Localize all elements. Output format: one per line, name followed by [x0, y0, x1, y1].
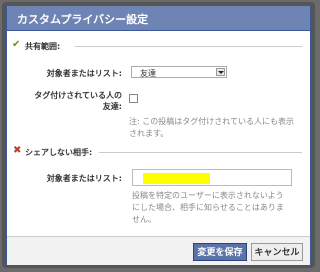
dialog-footer: 変更を保存 キャンセル [7, 236, 310, 265]
dialog-title: カスタムプライバシー設定 [17, 13, 149, 26]
share-audience-value: 友達 [140, 69, 156, 78]
cross-icon: ✖ [13, 145, 22, 156]
share-section-heading: 共有範囲: [25, 42, 61, 51]
save-button[interactable]: 変更を保存 [193, 243, 247, 261]
share-audience-select[interactable]: 友達 [131, 66, 227, 78]
share-audience-label: 対象者またはリスト: [46, 69, 122, 78]
hide-section-heading: シェアしない相手: [25, 148, 93, 157]
tagged-friends-checkbox[interactable] [129, 94, 138, 103]
divider [75, 46, 302, 47]
divider [99, 152, 302, 153]
chevron-down-icon[interactable] [216, 68, 225, 76]
hide-note: 投稿を特定のユーザーに表示されないようにした場合、相手に知らせることはありません… [132, 191, 284, 224]
cancel-button[interactable]: キャンセル [251, 243, 303, 261]
check-icon: ✔ [12, 39, 21, 50]
hide-audience-input[interactable] [132, 169, 292, 186]
dialog-titlebar: カスタムプライバシー設定 [7, 6, 310, 31]
redacted-highlight [143, 173, 210, 184]
custom-privacy-dialog: カスタムプライバシー設定 ✔ 共有範囲: 対象者またはリスト: 友達 タグ付けさ… [6, 5, 311, 265]
share-note: 注: この投稿はタグ付けされている人にも表示されます。 [129, 117, 294, 138]
tagged-friends-label: タグ付けされている人の友達: [34, 91, 122, 111]
hide-audience-label: 対象者またはリスト: [46, 174, 122, 183]
